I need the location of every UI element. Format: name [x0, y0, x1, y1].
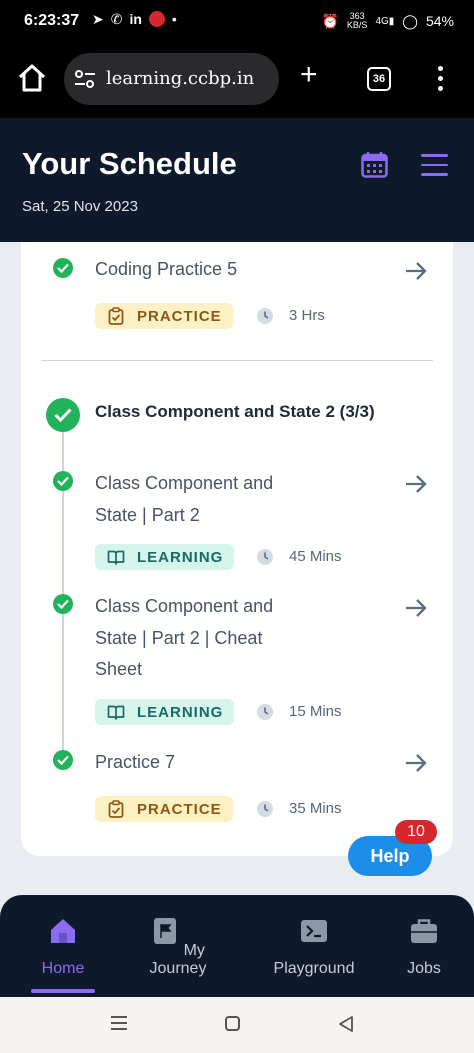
hamburger-menu-icon[interactable]	[421, 154, 448, 183]
status-bar: 6:23:37 ➤ ✆ in • ⏰ 363 KB/S 4G▮ ◯ 54%	[0, 0, 474, 42]
tag-label: LEARNING	[137, 703, 224, 721]
item-title-line: Sheet	[95, 659, 143, 679]
arrow-right-icon[interactable]	[404, 260, 428, 282]
whatsapp-icon: ✆	[110, 11, 123, 27]
practice-tag: PRACTICE	[95, 303, 233, 329]
duration: 15 Mins	[289, 703, 342, 720]
item-title: Practice 7	[95, 747, 345, 779]
battery-level: 54%	[425, 13, 454, 29]
nav-my-journey[interactable]: My Journey	[128, 917, 228, 978]
terminal-icon	[301, 920, 327, 942]
learning-tag: LEARNING	[95, 699, 234, 725]
address-bar[interactable]: learning.ccbp.in	[64, 53, 279, 105]
calendar-icon[interactable]	[361, 151, 388, 178]
book-icon	[107, 705, 125, 720]
url-text: learning.ccbp.in	[106, 68, 255, 89]
completed-check-icon	[53, 594, 73, 614]
section-title: Class Component and State 2 (3/3)	[95, 402, 375, 421]
section-completed-check-icon	[46, 398, 80, 432]
item-title-line: Class Component and	[95, 596, 274, 616]
completed-check-icon	[53, 750, 73, 770]
clock-icon	[257, 704, 273, 720]
status-time: 6:23:37	[24, 12, 80, 29]
arrow-right-icon[interactable]	[404, 473, 428, 495]
back-icon[interactable]	[337, 1015, 355, 1033]
nav-jobs[interactable]: Jobs	[400, 917, 448, 978]
duration: 3 Hrs	[289, 307, 325, 324]
browser-toolbar: learning.ccbp.in + 36	[0, 42, 474, 118]
home-icon	[51, 919, 75, 943]
nav-label: Jobs	[407, 960, 441, 977]
item-title-line: Class Component and	[95, 473, 274, 493]
nav-label: My Journey	[149, 942, 207, 977]
page-title: Your Schedule	[22, 146, 237, 181]
nav-label: Home	[41, 960, 85, 977]
system-status: ⏰ 363 KB/S 4G▮ ◯ 54%	[321, 12, 454, 30]
item-title: Coding Practice 5	[95, 259, 238, 279]
clock-icon	[257, 549, 273, 565]
item-title: Class Component and State | Part 2 | Che…	[95, 591, 345, 686]
item-title-line: State | Part 2	[95, 504, 200, 525]
telegram-icon: ➤	[92, 11, 104, 27]
item-title: Class Component and State | Part 2	[95, 468, 345, 531]
nav-playground[interactable]: Playground	[266, 917, 362, 978]
signal-icon: 4G▮	[375, 15, 395, 27]
clipboard-icon	[108, 800, 124, 818]
nav-label: Playground	[273, 960, 355, 977]
completed-check-icon	[53, 471, 73, 491]
duration: 35 Mins	[289, 800, 342, 817]
bottom-navigation: Home My Journey Playground Jobs	[0, 895, 474, 997]
jio-icon	[148, 11, 165, 27]
active-tab-indicator	[31, 989, 95, 993]
new-tab-icon[interactable]: +	[300, 60, 318, 90]
dot-icon: •	[171, 11, 177, 27]
system-navigation-bar	[0, 997, 474, 1053]
clock-icon	[257, 801, 273, 817]
alarm-icon: ⏰	[321, 12, 339, 29]
item-title-line: State | Part 2 | Cheat	[95, 627, 263, 648]
briefcase-icon	[411, 919, 437, 943]
book-icon	[107, 550, 125, 565]
battery-icon: ◯	[402, 12, 418, 29]
divider	[41, 360, 433, 361]
duration: 45 Mins	[289, 548, 342, 565]
flag-icon	[154, 918, 177, 944]
practice-tag: PRACTICE	[95, 796, 233, 822]
clock-icon	[257, 308, 273, 324]
clipboard-icon	[108, 307, 124, 325]
tag-label: LEARNING	[137, 548, 224, 566]
arrow-right-icon[interactable]	[404, 752, 428, 774]
tag-label: PRACTICE	[137, 800, 222, 818]
browser-menu-icon[interactable]	[438, 66, 446, 96]
help-notification-badge: 10	[395, 820, 437, 844]
site-settings-icon[interactable]	[74, 69, 96, 89]
recent-apps-icon[interactable]	[111, 1016, 127, 1034]
schedule-date: Sat, 25 Nov 2023	[22, 198, 138, 215]
tag-label: PRACTICE	[137, 307, 222, 325]
schedule-header: Your Schedule Sat, 25 Nov 2023	[0, 118, 474, 242]
nav-home[interactable]: Home	[32, 917, 94, 978]
learning-tag: LEARNING	[95, 544, 234, 570]
linkedin-icon: in	[129, 11, 142, 27]
network-type: 4G	[375, 15, 389, 27]
arrow-right-icon[interactable]	[404, 597, 428, 619]
net-speed-unit: KB/S	[346, 20, 368, 30]
notification-icons: ➤ ✆ in •	[92, 11, 177, 28]
schedule-card: Coding Practice 5 PRACTICE 3 Hrs Class C…	[21, 242, 453, 856]
tab-count: 36	[372, 73, 386, 85]
completed-check-icon	[53, 258, 73, 278]
item-title-line: Practice 7	[95, 752, 176, 772]
net-speed: 363 KB/S	[347, 12, 368, 30]
tab-switcher-button[interactable]: 36	[367, 67, 391, 91]
home-button-icon[interactable]	[225, 1016, 240, 1031]
home-icon[interactable]	[16, 62, 48, 94]
